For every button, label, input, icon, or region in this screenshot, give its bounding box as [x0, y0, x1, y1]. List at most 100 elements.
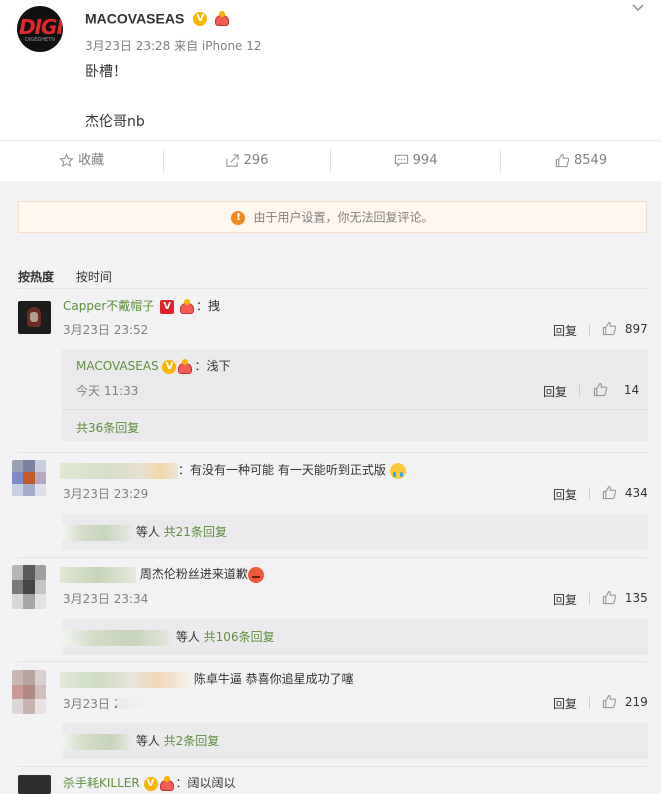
comment-divider [18, 766, 647, 767]
avatar-figure-face [30, 312, 38, 322]
comment-body: 陈卓牛逼 恭喜你追星成功了噻 [60, 670, 354, 688]
verified-icon: V [160, 299, 175, 314]
comment-like-button[interactable]: 219 [602, 694, 648, 709]
comment-like-button[interactable]: 434 [602, 485, 648, 500]
like-button[interactable]: 8549 [501, 141, 661, 181]
sub-reply-like-count: 14 [623, 382, 640, 397]
sub-reply-box: 等人 共106条回复 [62, 619, 648, 655]
comment-like-count: 135 [624, 590, 648, 605]
comment-time: 3月23日 23:52 [63, 323, 149, 337]
sort-tab-divider [18, 288, 647, 289]
comment-text: 陈卓牛逼 恭喜你追星成功了噻 [193, 672, 354, 686]
tab-hot[interactable]: 按热度 [18, 270, 54, 284]
vip-crown-icon [158, 775, 176, 792]
chevron-down-icon [632, 4, 644, 12]
sub-reply-text: ：浅下 [194, 359, 231, 373]
post-toolbar: 收藏 296 994 8549 [0, 140, 661, 182]
notice-text: 由于用户设置，你无法回复评论。 [253, 210, 434, 225]
verified-icon: V [143, 776, 158, 791]
comment-icon [394, 154, 408, 167]
reply-button[interactable]: 回复 [553, 695, 577, 712]
comment-divider [18, 661, 647, 662]
sub-reply-separator [62, 409, 648, 410]
comment-avatar[interactable] [12, 565, 46, 609]
comment-like-count: 434 [624, 485, 648, 500]
comment-text: ：有没有一种可能 有一天能听到正式版 [178, 463, 386, 477]
crying-emoji-icon [389, 462, 406, 479]
comment-like-button[interactable]: 135 [602, 590, 648, 605]
collapse-button[interactable] [630, 0, 648, 18]
avatar-logo-text: DIGI [19, 15, 63, 39]
comment-avatar[interactable] [18, 775, 51, 794]
share-icon [225, 154, 239, 167]
more-replies-link[interactable]: 共21条回复 [164, 525, 227, 539]
reply-button[interactable]: 回复 [553, 486, 577, 503]
comment-like-divider [589, 697, 590, 709]
blurred-username [60, 462, 178, 479]
post-meta: 3月23日 23:28 来自 iPhone 12 [85, 39, 262, 53]
post-username[interactable]: MACOVASEAS [85, 11, 184, 27]
thumb-up-icon [593, 382, 608, 397]
others-label: 等人 [135, 525, 160, 539]
sub-reply-box: 等人 共21条回复 [62, 514, 648, 550]
tab-time[interactable]: 按时间 [76, 270, 112, 284]
comment-username[interactable]: 杀手耗KILLER [63, 776, 140, 790]
vip-crown-icon [213, 10, 231, 27]
blurred-username [62, 629, 172, 646]
comment-username[interactable]: Capper不戴帽子 [63, 299, 154, 313]
sort-tabs: 按热度 按时间 [18, 268, 112, 285]
forward-count: 296 [243, 153, 269, 168]
sub-reply-username[interactable]: MACOVASEAS [76, 359, 159, 373]
timestamp-blur [117, 697, 157, 709]
reply-button[interactable]: 回复 [553, 591, 577, 608]
comment-text: 周杰伦粉丝进来道歉 [139, 567, 248, 581]
forward-button[interactable]: 296 [164, 141, 329, 181]
thumb-up-icon [602, 321, 617, 336]
warning-icon: ! [231, 210, 246, 225]
reply-disabled-notice: ! 由于用户设置，你无法回复评论。 [18, 201, 647, 233]
comment-like-button[interactable]: 897 [602, 321, 648, 336]
sub-reply-time: 今天 11:33 [76, 384, 139, 398]
comment-body: 周杰伦粉丝进来道歉 [60, 565, 264, 583]
comment-time: 3月23日 23:29 [63, 487, 149, 501]
sub-reply-summary: 等人 共21条回复 [62, 523, 227, 541]
sub-reply-box: 等人 共2条回复 [62, 723, 648, 759]
comment-body: 杀手耗KILLER V ：阔以阔以 [63, 774, 236, 792]
post-text-line-2: 杰伦哥nb [85, 114, 145, 130]
comment-like-divider [589, 324, 590, 336]
post-avatar[interactable]: DIGI DIGEGHETN [17, 6, 63, 52]
more-replies-link[interactable]: 共2条回复 [164, 734, 220, 748]
sub-reply-like-button[interactable]: 14 [593, 382, 639, 397]
sub-reply-summary: 等人 共2条回复 [62, 732, 219, 750]
sub-like-divider [579, 385, 580, 397]
vip-crown-icon [178, 298, 196, 315]
reply-button[interactable]: 回复 [543, 383, 567, 400]
thumb-up-icon [555, 153, 570, 168]
comment-like-divider [589, 593, 590, 605]
like-count: 8549 [574, 153, 608, 168]
comment-button[interactable]: 994 [331, 141, 500, 181]
angry-emoji-icon [247, 566, 264, 583]
comment-avatar[interactable] [18, 301, 51, 334]
more-replies-link[interactable]: 共106条回复 [204, 630, 275, 644]
more-replies-link[interactable]: 共36条回复 [76, 419, 139, 436]
blurred-username [60, 671, 190, 688]
comment-body: ：有没有一种可能 有一天能听到正式版 [60, 461, 406, 479]
blurred-username [62, 524, 132, 541]
post-text-line-1: 卧槽！ [85, 64, 127, 80]
reply-button[interactable]: 回复 [553, 322, 577, 339]
vip-crown-icon [176, 358, 194, 375]
sub-reply-box: MACOVASEAS V ：浅下 今天 11:33 回复 14 共36条回复 [62, 349, 648, 441]
comment-like-divider [589, 488, 590, 500]
comment-divider [18, 557, 647, 558]
avatar-logo-subtext: DIGEGHETN [25, 37, 55, 43]
comment-avatar[interactable] [12, 670, 46, 714]
comment-count: 994 [412, 153, 438, 168]
comment-text: ：拽 [195, 299, 220, 313]
comment-avatar[interactable] [12, 460, 46, 496]
thumb-up-icon [602, 694, 617, 709]
thumb-up-icon [602, 485, 617, 500]
favorite-button[interactable]: 收藏 [0, 141, 163, 181]
verified-icon: V [162, 359, 177, 374]
comment-like-count: 897 [624, 321, 648, 336]
